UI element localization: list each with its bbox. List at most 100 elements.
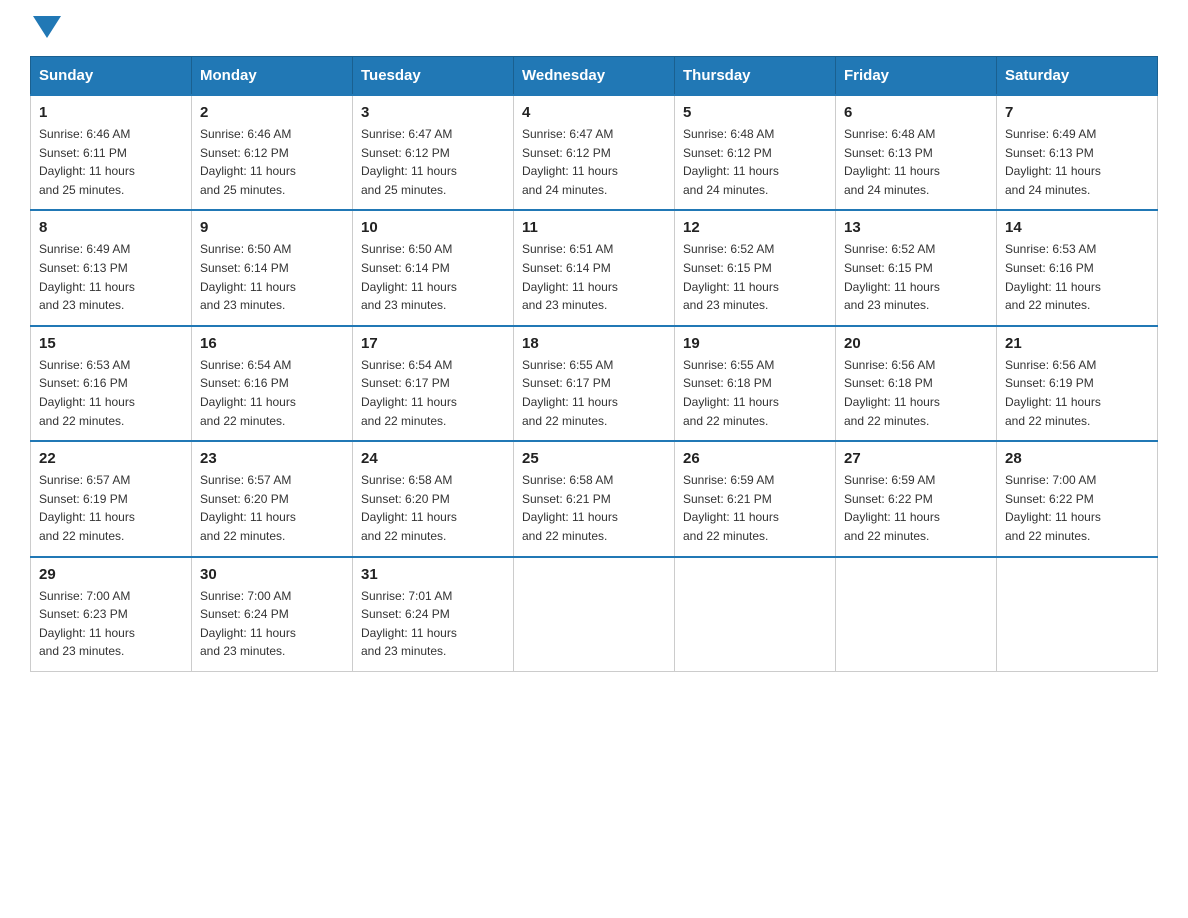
day-info: Sunrise: 6:59 AMSunset: 6:21 PMDaylight:… [683,473,779,543]
day-number: 9 [200,219,344,236]
day-cell-22: 22 Sunrise: 6:57 AMSunset: 6:19 PMDaylig… [31,441,192,556]
day-info: Sunrise: 6:57 AMSunset: 6:19 PMDaylight:… [39,473,135,543]
logo [30,20,61,38]
day-info: Sunrise: 7:00 AMSunset: 6:23 PMDaylight:… [39,589,135,659]
day-info: Sunrise: 6:57 AMSunset: 6:20 PMDaylight:… [200,473,296,543]
empty-cell [514,557,675,672]
day-cell-26: 26 Sunrise: 6:59 AMSunset: 6:21 PMDaylig… [675,441,836,556]
day-cell-16: 16 Sunrise: 6:54 AMSunset: 6:16 PMDaylig… [192,326,353,441]
day-info: Sunrise: 6:49 AMSunset: 6:13 PMDaylight:… [1005,127,1101,197]
day-cell-18: 18 Sunrise: 6:55 AMSunset: 6:17 PMDaylig… [514,326,675,441]
day-cell-29: 29 Sunrise: 7:00 AMSunset: 6:23 PMDaylig… [31,557,192,672]
day-info: Sunrise: 6:50 AMSunset: 6:14 PMDaylight:… [361,242,457,312]
day-info: Sunrise: 6:54 AMSunset: 6:17 PMDaylight:… [361,358,457,428]
day-info: Sunrise: 6:48 AMSunset: 6:13 PMDaylight:… [844,127,940,197]
day-number: 17 [361,335,505,352]
day-number: 15 [39,335,183,352]
day-cell-15: 15 Sunrise: 6:53 AMSunset: 6:16 PMDaylig… [31,326,192,441]
day-info: Sunrise: 6:56 AMSunset: 6:19 PMDaylight:… [1005,358,1101,428]
day-number: 18 [522,335,666,352]
day-number: 14 [1005,219,1149,236]
day-info: Sunrise: 6:48 AMSunset: 6:12 PMDaylight:… [683,127,779,197]
day-cell-31: 31 Sunrise: 7:01 AMSunset: 6:24 PMDaylig… [353,557,514,672]
day-info: Sunrise: 6:52 AMSunset: 6:15 PMDaylight:… [683,242,779,312]
day-info: Sunrise: 6:53 AMSunset: 6:16 PMDaylight:… [39,358,135,428]
day-cell-25: 25 Sunrise: 6:58 AMSunset: 6:21 PMDaylig… [514,441,675,556]
day-number: 30 [200,566,344,583]
day-number: 12 [683,219,827,236]
day-number: 11 [522,219,666,236]
header-sunday: Sunday [31,57,192,96]
day-number: 22 [39,450,183,467]
day-info: Sunrise: 7:00 AMSunset: 6:22 PMDaylight:… [1005,473,1101,543]
header-monday: Monday [192,57,353,96]
day-info: Sunrise: 6:46 AMSunset: 6:11 PMDaylight:… [39,127,135,197]
day-number: 29 [39,566,183,583]
day-cell-11: 11 Sunrise: 6:51 AMSunset: 6:14 PMDaylig… [514,210,675,325]
day-number: 24 [361,450,505,467]
day-cell-5: 5 Sunrise: 6:48 AMSunset: 6:12 PMDayligh… [675,95,836,210]
day-info: Sunrise: 6:47 AMSunset: 6:12 PMDaylight:… [522,127,618,197]
day-cell-30: 30 Sunrise: 7:00 AMSunset: 6:24 PMDaylig… [192,557,353,672]
day-number: 25 [522,450,666,467]
day-number: 4 [522,104,666,121]
day-cell-8: 8 Sunrise: 6:49 AMSunset: 6:13 PMDayligh… [31,210,192,325]
header-saturday: Saturday [997,57,1158,96]
day-number: 7 [1005,104,1149,121]
day-cell-1: 1 Sunrise: 6:46 AMSunset: 6:11 PMDayligh… [31,95,192,210]
day-cell-19: 19 Sunrise: 6:55 AMSunset: 6:18 PMDaylig… [675,326,836,441]
header-tuesday: Tuesday [353,57,514,96]
day-info: Sunrise: 6:58 AMSunset: 6:21 PMDaylight:… [522,473,618,543]
header-thursday: Thursday [675,57,836,96]
day-number: 27 [844,450,988,467]
day-info: Sunrise: 7:00 AMSunset: 6:24 PMDaylight:… [200,589,296,659]
day-cell-3: 3 Sunrise: 6:47 AMSunset: 6:12 PMDayligh… [353,95,514,210]
day-cell-20: 20 Sunrise: 6:56 AMSunset: 6:18 PMDaylig… [836,326,997,441]
day-number: 21 [1005,335,1149,352]
day-cell-2: 2 Sunrise: 6:46 AMSunset: 6:12 PMDayligh… [192,95,353,210]
calendar-table: SundayMondayTuesdayWednesdayThursdayFrid… [30,56,1158,672]
day-info: Sunrise: 6:55 AMSunset: 6:18 PMDaylight:… [683,358,779,428]
day-number: 6 [844,104,988,121]
logo-triangle-icon [33,16,61,38]
day-number: 23 [200,450,344,467]
day-info: Sunrise: 6:59 AMSunset: 6:22 PMDaylight:… [844,473,940,543]
day-info: Sunrise: 6:52 AMSunset: 6:15 PMDaylight:… [844,242,940,312]
day-cell-13: 13 Sunrise: 6:52 AMSunset: 6:15 PMDaylig… [836,210,997,325]
day-info: Sunrise: 6:55 AMSunset: 6:17 PMDaylight:… [522,358,618,428]
day-info: Sunrise: 7:01 AMSunset: 6:24 PMDaylight:… [361,589,457,659]
empty-cell [997,557,1158,672]
day-number: 5 [683,104,827,121]
day-info: Sunrise: 6:46 AMSunset: 6:12 PMDaylight:… [200,127,296,197]
empty-cell [836,557,997,672]
header-friday: Friday [836,57,997,96]
day-cell-21: 21 Sunrise: 6:56 AMSunset: 6:19 PMDaylig… [997,326,1158,441]
empty-cell [675,557,836,672]
day-info: Sunrise: 6:58 AMSunset: 6:20 PMDaylight:… [361,473,457,543]
day-cell-27: 27 Sunrise: 6:59 AMSunset: 6:22 PMDaylig… [836,441,997,556]
day-number: 26 [683,450,827,467]
day-cell-17: 17 Sunrise: 6:54 AMSunset: 6:17 PMDaylig… [353,326,514,441]
day-cell-23: 23 Sunrise: 6:57 AMSunset: 6:20 PMDaylig… [192,441,353,556]
day-number: 16 [200,335,344,352]
day-number: 1 [39,104,183,121]
day-number: 8 [39,219,183,236]
day-number: 13 [844,219,988,236]
day-number: 31 [361,566,505,583]
day-cell-12: 12 Sunrise: 6:52 AMSunset: 6:15 PMDaylig… [675,210,836,325]
day-number: 28 [1005,450,1149,467]
day-cell-7: 7 Sunrise: 6:49 AMSunset: 6:13 PMDayligh… [997,95,1158,210]
day-number: 19 [683,335,827,352]
day-info: Sunrise: 6:54 AMSunset: 6:16 PMDaylight:… [200,358,296,428]
day-cell-28: 28 Sunrise: 7:00 AMSunset: 6:22 PMDaylig… [997,441,1158,556]
day-number: 10 [361,219,505,236]
day-cell-24: 24 Sunrise: 6:58 AMSunset: 6:20 PMDaylig… [353,441,514,556]
day-info: Sunrise: 6:56 AMSunset: 6:18 PMDaylight:… [844,358,940,428]
day-cell-4: 4 Sunrise: 6:47 AMSunset: 6:12 PMDayligh… [514,95,675,210]
day-cell-6: 6 Sunrise: 6:48 AMSunset: 6:13 PMDayligh… [836,95,997,210]
day-info: Sunrise: 6:47 AMSunset: 6:12 PMDaylight:… [361,127,457,197]
header-wednesday: Wednesday [514,57,675,96]
day-number: 20 [844,335,988,352]
day-info: Sunrise: 6:49 AMSunset: 6:13 PMDaylight:… [39,242,135,312]
day-cell-10: 10 Sunrise: 6:50 AMSunset: 6:14 PMDaylig… [353,210,514,325]
